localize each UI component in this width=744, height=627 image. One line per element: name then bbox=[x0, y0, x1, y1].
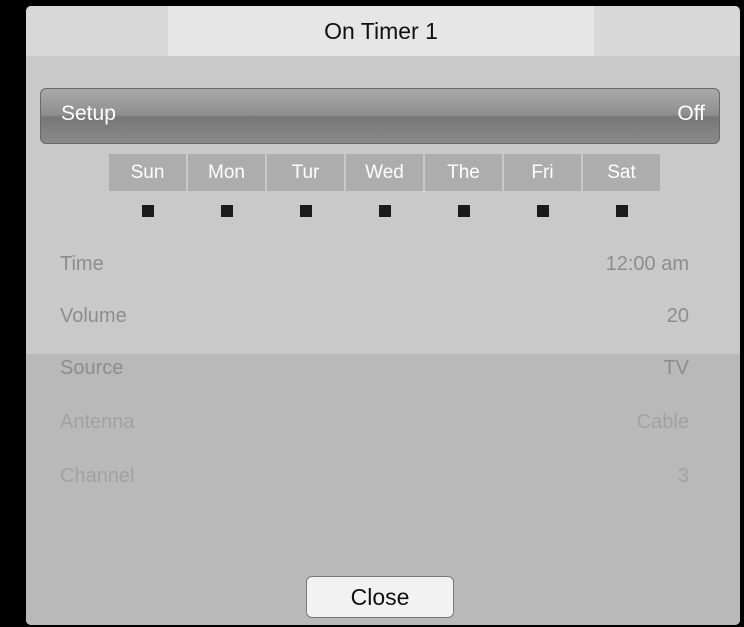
day-label: Sun bbox=[109, 154, 186, 191]
volume-value: 20 bbox=[666, 304, 689, 327]
dialog-title-bar: On Timer 1 bbox=[26, 6, 740, 56]
day-label: The bbox=[425, 154, 502, 191]
source-label: Source bbox=[60, 356, 124, 379]
day-checkbox[interactable] bbox=[615, 205, 628, 217]
day-label: Mon bbox=[188, 154, 265, 191]
day-sat[interactable]: Sat bbox=[582, 154, 661, 217]
day-label: Tur bbox=[267, 154, 344, 191]
time-value: 12:00 am bbox=[605, 252, 689, 275]
setup-value: Off bbox=[677, 102, 705, 125]
screen: On Timer 1 Setup Off Sun Mon Tur Wed The… bbox=[0, 0, 744, 627]
day-tue[interactable]: Tur bbox=[266, 154, 345, 217]
source-row[interactable]: Source TV bbox=[60, 353, 689, 383]
day-mon[interactable]: Mon bbox=[187, 154, 266, 217]
day-label: Fri bbox=[504, 154, 581, 191]
volume-label: Volume bbox=[60, 304, 127, 327]
setup-label: Setup bbox=[61, 102, 116, 125]
day-wed[interactable]: Wed bbox=[345, 154, 424, 217]
channel-label: Channel bbox=[60, 464, 135, 487]
day-sun[interactable]: Sun bbox=[108, 154, 187, 217]
dialog-title: On Timer 1 bbox=[168, 6, 594, 56]
source-value: TV bbox=[663, 356, 689, 379]
antenna-label: Antenna bbox=[60, 410, 135, 433]
channel-value: 3 bbox=[677, 464, 689, 487]
day-checkbox[interactable] bbox=[220, 205, 233, 217]
on-timer-dialog: On Timer 1 Setup Off Sun Mon Tur Wed The… bbox=[26, 6, 740, 625]
day-label: Sat bbox=[583, 154, 660, 191]
setup-row[interactable]: Setup Off bbox=[40, 88, 720, 144]
day-selector: Sun Mon Tur Wed The Fri Sat bbox=[108, 154, 661, 217]
volume-row[interactable]: Volume 20 bbox=[60, 301, 689, 331]
day-thu[interactable]: The bbox=[424, 154, 503, 217]
day-checkbox[interactable] bbox=[457, 205, 470, 217]
day-checkbox[interactable] bbox=[378, 205, 391, 217]
close-button[interactable]: Close bbox=[306, 576, 454, 618]
day-checkbox[interactable] bbox=[536, 205, 549, 217]
antenna-value: Cable bbox=[636, 410, 689, 433]
day-label: Wed bbox=[346, 154, 423, 191]
antenna-row[interactable]: Antenna Cable bbox=[60, 407, 689, 437]
time-row[interactable]: Time 12:00 am bbox=[60, 249, 689, 279]
channel-row[interactable]: Channel 3 bbox=[60, 461, 689, 491]
day-checkbox[interactable] bbox=[141, 205, 154, 217]
day-checkbox[interactable] bbox=[299, 205, 312, 217]
time-label: Time bbox=[60, 252, 104, 275]
day-fri[interactable]: Fri bbox=[503, 154, 582, 217]
